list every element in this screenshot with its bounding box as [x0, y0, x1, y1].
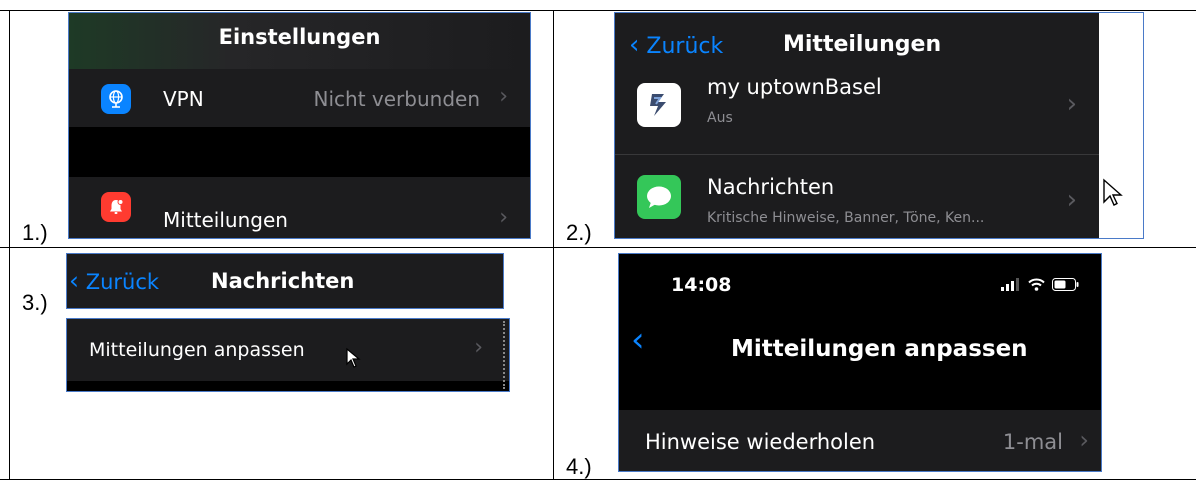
settings-row-customize-notifications[interactable]: Mitteilungen anpassen ›: [67, 319, 509, 381]
row-value: 1-mal: [1002, 430, 1063, 454]
panel-4-customize-notifications: 14:08 ‹ Mitteilungen anpassen Hinweise w…: [618, 253, 1102, 472]
chevron-right-icon: ›: [499, 84, 508, 109]
app-row-messages[interactable]: Nachrichten Kritische Hinweise, Banner, …: [615, 155, 1099, 238]
nav-bar: Einstellungen: [69, 13, 530, 69]
panel-3-row: Mitteilungen anpassen ›: [66, 318, 510, 392]
app-status: Aus: [707, 110, 733, 126]
mouse-pointer-icon: [346, 347, 361, 368]
row-label: Mitteilungen anpassen: [89, 339, 305, 361]
signal-icon: [1001, 278, 1019, 291]
back-button[interactable]: ‹: [631, 320, 645, 360]
scroll-edge: [503, 321, 505, 389]
globe-icon: [101, 84, 131, 114]
step-label-2: 2.): [566, 220, 592, 245]
back-button[interactable]: ‹ Zurück: [629, 30, 723, 60]
table-border-top: [0, 10, 1196, 11]
chevron-right-icon: ›: [1066, 185, 1077, 215]
panel-3-nav-header: ‹ Zurück Nachrichten: [66, 253, 504, 309]
vpn-status: Nicht verbunden: [313, 87, 480, 111]
chevron-left-icon: ‹: [631, 320, 645, 360]
notification-bell-icon: [101, 192, 131, 222]
back-button-label: Zurück: [85, 270, 160, 294]
back-button-label: Zurück: [646, 34, 724, 59]
chevron-right-icon: ›: [1066, 89, 1077, 119]
mouse-pointer-icon: [1103, 178, 1123, 206]
step-label-4: 4.): [566, 454, 592, 479]
table-border-center: [553, 10, 554, 480]
page-title: Mitteilungen: [783, 32, 942, 57]
chevron-right-icon: ›: [1079, 426, 1089, 454]
app-name: Nachrichten: [707, 175, 835, 199]
settings-row-vpn[interactable]: VPN Nicht verbunden ›: [69, 69, 530, 127]
nav-bar: ‹ Zurück Mitteilungen: [615, 13, 1099, 75]
app-name: my uptownBasel: [707, 75, 882, 99]
wifi-icon: [1028, 278, 1045, 291]
page-title: Mitteilungen anpassen: [731, 336, 1028, 362]
back-button[interactable]: ‹ Zurück: [69, 266, 159, 295]
step-label-3: 3.): [22, 290, 48, 315]
vpn-label: VPN: [163, 87, 204, 111]
uptownbasel-app-icon: [637, 83, 681, 127]
panel-1-settings: Einstellungen VPN Nicht verbunden › Mitt…: [68, 12, 531, 239]
section-gap: [69, 127, 530, 177]
chevron-left-icon: ‹: [629, 30, 640, 60]
notifications-label: Mitteilungen: [163, 208, 288, 232]
messages-app-icon: [637, 175, 681, 219]
app-row-uptownbasel[interactable]: my uptownBasel Aus ›: [615, 75, 1099, 155]
table-border-middle: [0, 247, 1196, 248]
status-icons: [1001, 278, 1079, 291]
step-label-1: 1.): [22, 220, 48, 245]
status-time: 14:08: [671, 274, 732, 296]
page-title: Einstellungen: [218, 25, 381, 49]
chevron-left-icon: ‹: [69, 266, 79, 295]
chevron-right-icon: ›: [499, 205, 508, 230]
table-border-left: [9, 10, 10, 480]
chevron-right-icon: ›: [474, 335, 483, 360]
phone-screen: ‹ Zurück Mitteilungen my uptownBasel Aus…: [615, 13, 1099, 238]
page-title: Nachrichten: [211, 269, 355, 293]
battery-icon: [1052, 278, 1079, 291]
settings-row-notifications[interactable]: Mitteilungen ›: [69, 177, 530, 238]
settings-row-repeat-alerts[interactable]: Hinweise wiederholen 1-mal ›: [619, 410, 1101, 471]
app-summary: Kritische Hinweise, Banner, Töne, Ken...: [707, 210, 985, 226]
panel-2-notifications: ‹ Zurück Mitteilungen my uptownBasel Aus…: [614, 12, 1144, 239]
row-label: Hinweise wiederholen: [645, 430, 876, 454]
